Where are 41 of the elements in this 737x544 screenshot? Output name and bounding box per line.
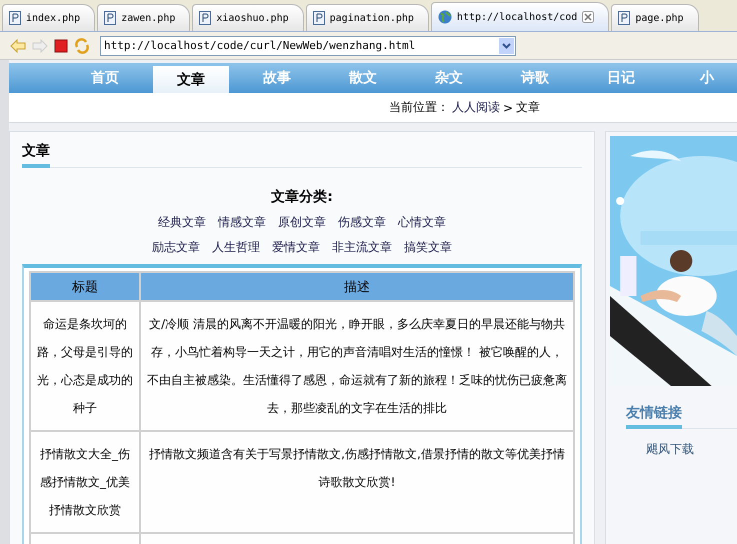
document-icon: [9, 11, 21, 25]
document-icon: [312, 11, 325, 25]
category-link[interactable]: 搞笑文章: [404, 239, 452, 256]
section-title: 文章: [22, 142, 50, 168]
browser-tab[interactable]: index.php: [2, 4, 96, 31]
breadcrumb-label: 当前位置：: [389, 99, 449, 116]
address-field[interactable]: http://localhost/code/curl/NewWeb/wenzhang.html: [100, 36, 516, 56]
breadcrumb-current: 文章: [516, 99, 540, 116]
category-link[interactable]: 伤感文章: [338, 214, 386, 231]
nav-tab[interactable]: 文章: [153, 66, 229, 93]
breadcrumb-link[interactable]: 人人阅读: [452, 99, 500, 116]
category-heading: 文章分类:: [270, 188, 334, 206]
column-header: 描述: [141, 273, 573, 300]
document-icon: [618, 11, 630, 25]
column-header: 标题: [31, 273, 139, 300]
category-link[interactable]: 励志文章: [152, 239, 200, 256]
globe-icon: [438, 10, 452, 24]
table-cell: 抒情散文频道含有关于写景抒情散文,伤感抒情散文,借景抒情的散文等优美抒情诗歌散文欣赏!: [141, 432, 573, 532]
links-title: 友情链接: [626, 404, 682, 429]
stop-icon[interactable]: [54, 38, 68, 52]
category-link[interactable]: 情感文章: [218, 214, 266, 231]
table-cell: 文/冷顺 清晨的风离不开温暖的阳光，睁开眼，多么庆幸夏日的早晨还能与物共存，小鸟忙着构导一天之计，用它的声音清唱对生活的憧憬！ 被它唤醒的人，不由自主被感染。生活懂得了感恩，命运就有了新的旅程！乏味的忧伤已疲惫离去，那些凌乱的文字在生活的排比: [141, 302, 573, 430]
browser-tab[interactable]: http://localhost/cod: [430, 2, 610, 31]
table-cell: 命运是条坎坷的路，父母是引导的光，心态是成功的种子: [31, 302, 139, 430]
category-link[interactable]: 非主流文章: [332, 239, 392, 256]
dropdown-icon[interactable]: [502, 42, 511, 48]
browser-tab[interactable]: pagination.php: [306, 4, 429, 31]
close-icon[interactable]: [582, 11, 594, 23]
browser-tab[interactable]: page.php: [611, 4, 699, 31]
document-icon: [104, 11, 116, 25]
category-link[interactable]: 爱情文章: [272, 239, 320, 256]
browser-tab[interactable]: zawen.php: [97, 4, 190, 31]
friend-link[interactable]: 飓风下载: [646, 442, 694, 456]
document-icon: [199, 11, 212, 25]
breadcrumb-separator: >: [503, 100, 514, 114]
browser-tab[interactable]: xiaoshuo.php: [192, 4, 304, 31]
category-link[interactable]: 经典文章: [158, 214, 206, 231]
category-link[interactable]: 原创文章: [278, 214, 326, 231]
category-link[interactable]: 心情文章: [398, 214, 446, 231]
category-link[interactable]: 人生哲理: [212, 239, 260, 256]
table-cell: 抒情散文大全_伤感抒情散文_优美抒情散文欣赏: [31, 432, 139, 532]
